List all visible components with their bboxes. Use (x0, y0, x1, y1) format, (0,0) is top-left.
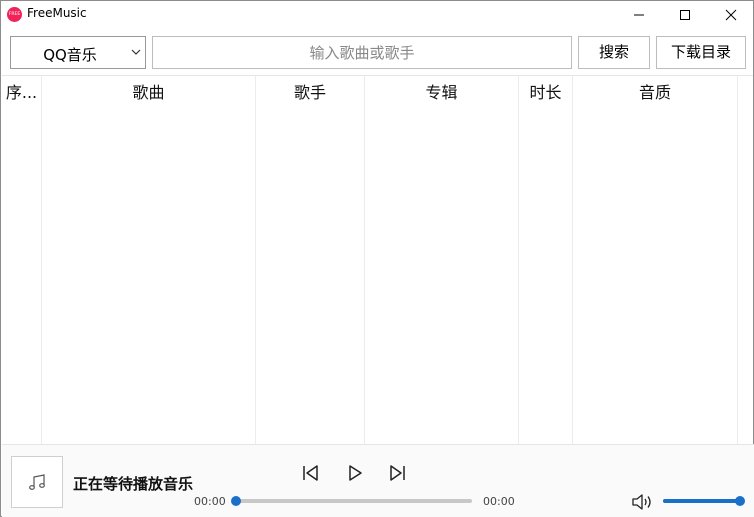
now-playing-text: 正在等待播放音乐 (73, 475, 194, 493)
song-table: 序... 歌曲 歌手 专辑 时长 音质 (2, 75, 753, 445)
volume-slider[interactable] (663, 496, 745, 506)
progress-handle[interactable] (231, 496, 241, 506)
play-icon (349, 465, 362, 481)
volume-icon (632, 494, 651, 510)
title-bar: FREE FreeMusic (1, 1, 753, 29)
column-header-artist[interactable]: 歌手 (256, 76, 364, 109)
minimize-icon (634, 14, 644, 16)
album-cover (11, 456, 63, 508)
column-divider (572, 76, 573, 445)
maximize-icon (680, 10, 690, 20)
maximize-button[interactable] (662, 1, 708, 29)
column-header-duration[interactable]: 时长 (519, 76, 572, 109)
column-divider (41, 76, 42, 445)
chevron-down-icon (131, 49, 141, 55)
app-title: FreeMusic (27, 6, 87, 20)
column-header-index[interactable]: 序... (2, 76, 41, 109)
column-divider (364, 76, 365, 445)
source-select[interactable]: QQ音乐 (10, 36, 146, 69)
column-header-quality[interactable]: 音质 (573, 76, 737, 109)
column-header-album[interactable]: 专辑 (365, 76, 518, 109)
column-header-song[interactable]: 歌曲 (42, 76, 255, 109)
app-window: FREE FreeMusic QQ音乐 搜索 下载目录 序... 歌曲 歌手 专… (0, 0, 754, 517)
progress-slider[interactable] (231, 496, 472, 506)
column-divider (737, 76, 738, 445)
download-directory-button[interactable]: 下载目录 (656, 36, 746, 69)
music-note-icon (29, 474, 45, 490)
search-input[interactable] (152, 36, 572, 69)
app-logo-icon: FREE (7, 7, 22, 22)
column-divider (255, 76, 256, 445)
minimize-button[interactable] (616, 1, 662, 29)
source-select-value: QQ音乐 (43, 46, 97, 64)
volume-fill (663, 499, 740, 503)
next-button[interactable] (388, 463, 408, 483)
current-time: 00:00 (194, 495, 226, 508)
player-bar: 正在等待播放音乐 00:00 00:00 (2, 444, 754, 517)
previous-button[interactable] (300, 463, 320, 483)
search-button[interactable]: 搜索 (578, 36, 650, 69)
skip-previous-icon (303, 465, 318, 481)
volume-button[interactable] (631, 493, 653, 515)
close-button[interactable] (708, 1, 754, 29)
skip-next-icon (390, 465, 405, 481)
column-divider (518, 76, 519, 445)
close-icon (725, 9, 737, 21)
play-button[interactable] (345, 463, 365, 483)
total-time: 00:00 (483, 495, 515, 508)
volume-handle[interactable] (735, 496, 745, 506)
